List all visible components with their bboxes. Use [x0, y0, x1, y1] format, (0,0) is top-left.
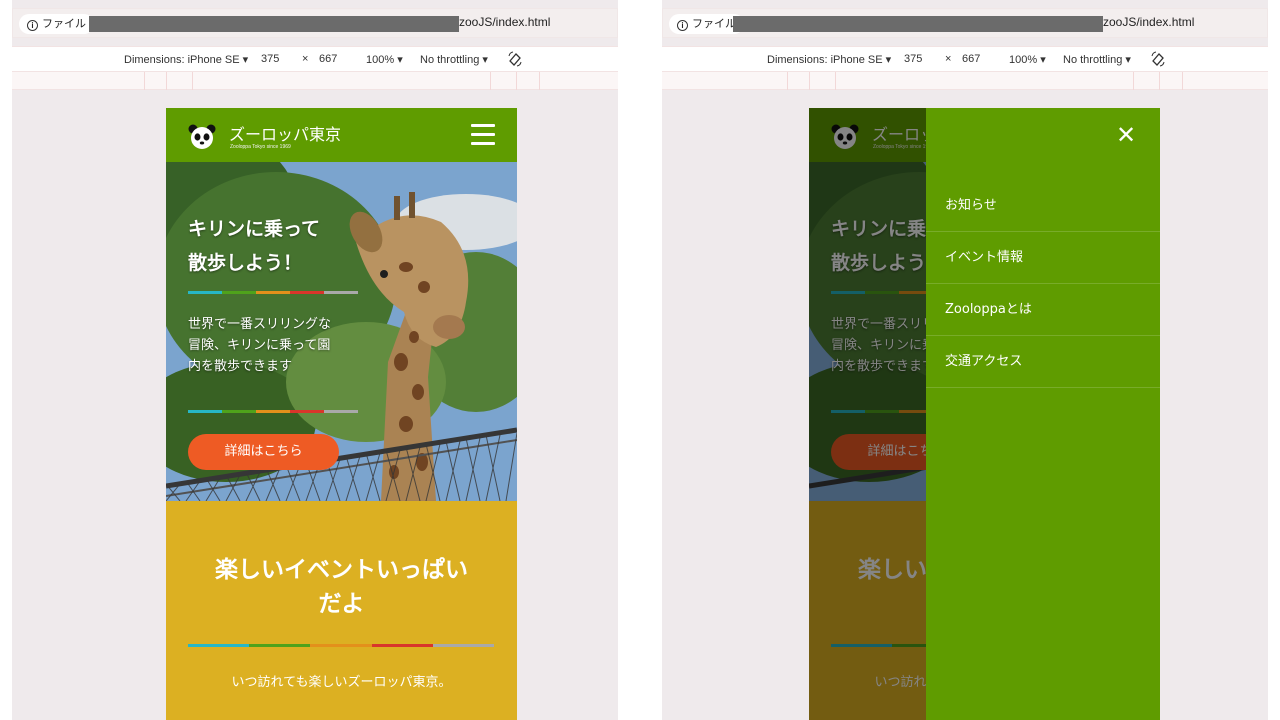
url-text: zooJS/index.html: [459, 15, 551, 29]
event-section: 楽しいイベントいっぱい だよ いつ訪れても楽しいズーロッパ東京。: [166, 501, 517, 720]
stripe-orange: [310, 644, 372, 647]
device-select[interactable]: Dimensions: iPhone SE ▾: [124, 53, 248, 66]
height-input[interactable]: 667: [962, 53, 980, 65]
nav-menu: お知らせ イベント情報 Zooloppaとは 交通アクセス: [926, 180, 1160, 388]
stripe-teal: [188, 291, 222, 294]
browser-pane-right: i ファイル zooJS/index.html Dimensions: iPhon…: [662, 0, 1268, 720]
brand-subtitle: Zooloppa Tokyo since 1969: [230, 144, 291, 150]
stripe-green: [222, 410, 256, 413]
stripe-red: [371, 644, 433, 647]
stripe-teal: [188, 410, 222, 413]
info-icon: i: [27, 20, 38, 31]
hero-title: キリンに乗って 散歩しよう！: [188, 218, 321, 274]
url-text: zooJS/index.html: [1103, 15, 1195, 29]
dimension-separator: ×: [302, 53, 309, 65]
throttle-select[interactable]: No throttling ▾: [420, 53, 488, 66]
stripe-red: [290, 291, 324, 294]
height-input[interactable]: 667: [319, 53, 337, 65]
throttle-select[interactable]: No throttling ▾: [1063, 53, 1131, 66]
stripe-green: [249, 644, 311, 647]
site-header: ズーロッパ東京 Zooloppa Tokyo since 1969: [166, 108, 517, 162]
menu-item-access[interactable]: 交通アクセス: [926, 336, 1160, 388]
address-bar[interactable]: i ファイル zooJS/index.html: [662, 8, 1268, 38]
zoom-select[interactable]: 100% ▾: [366, 53, 403, 66]
rotate-icon[interactable]: [507, 51, 523, 67]
close-icon[interactable]: ✕: [1114, 123, 1138, 147]
hero-stripe-bottom: [188, 410, 358, 413]
browser-pane-left: i ファイル zooJS/index.html Dimensions: iPhon…: [12, 0, 618, 720]
phone-viewport: ズーロッパ東京 Zooloppa Tokyo since 1969 キリンに乗っ…: [166, 108, 517, 720]
zoom-select[interactable]: 100% ▾: [1009, 53, 1046, 66]
stripe-teal: [188, 644, 250, 647]
menu-item-about[interactable]: Zooloppaとは: [926, 284, 1160, 336]
brand-title: ズーロッパ東京: [229, 125, 342, 144]
event-stripe: [188, 644, 495, 647]
device-toolbar: Dimensions: iPhone SE ▾ 375 × 667 100% ▾…: [12, 46, 618, 72]
hamburger-menu-icon[interactable]: [471, 124, 495, 146]
info-icon: i: [677, 20, 688, 31]
menu-item-news[interactable]: お知らせ: [926, 180, 1160, 232]
stripe-gray: [324, 291, 358, 294]
stripe-gray: [432, 644, 495, 647]
redacted-url: [89, 16, 459, 32]
redacted-url: [733, 16, 1103, 32]
stripe-orange: [256, 410, 290, 413]
hero-text: 世界で一番スリリングな 冒険、キリンに乗って園 内を散歩できます: [188, 317, 332, 374]
panda-logo-icon[interactable]: [188, 124, 216, 150]
rotate-icon[interactable]: [1150, 51, 1166, 67]
dimension-separator: ×: [945, 53, 952, 65]
event-title: 楽しいイベントいっぱい だよ: [215, 557, 468, 617]
device-select[interactable]: Dimensions: iPhone SE ▾: [767, 53, 891, 66]
stripe-red: [290, 410, 324, 413]
event-text: いつ訪れても楽しいズーロッパ東京。: [231, 675, 452, 690]
phone-viewport: ズーロッパ東京 Zooloppa Tokyo since 1969 キリンに乗っ…: [809, 108, 1160, 720]
stripe-green: [222, 291, 256, 294]
width-input[interactable]: 375: [261, 53, 279, 65]
media-query-ruler: [12, 72, 618, 90]
address-bar[interactable]: i ファイル zooJS/index.html: [12, 8, 618, 38]
hero-stripe-top: [188, 291, 358, 294]
stripe-gray: [324, 410, 358, 413]
width-input[interactable]: 375: [904, 53, 922, 65]
media-query-ruler: [662, 72, 1268, 90]
site-info-button[interactable]: i ファイル: [19, 14, 94, 34]
stripe-orange: [256, 291, 290, 294]
hero-section: キリンに乗って 散歩しよう！ 世界で一番スリリングな 冒険、キリンに乗って園 内…: [166, 162, 517, 501]
menu-item-events[interactable]: イベント情報: [926, 232, 1160, 284]
details-button[interactable]: 詳細はこちら: [188, 434, 339, 470]
nav-drawer: ✕ お知らせ イベント情報 Zooloppaとは 交通アクセス: [926, 108, 1160, 720]
device-toolbar: Dimensions: iPhone SE ▾ 375 × 667 100% ▾…: [662, 46, 1268, 72]
